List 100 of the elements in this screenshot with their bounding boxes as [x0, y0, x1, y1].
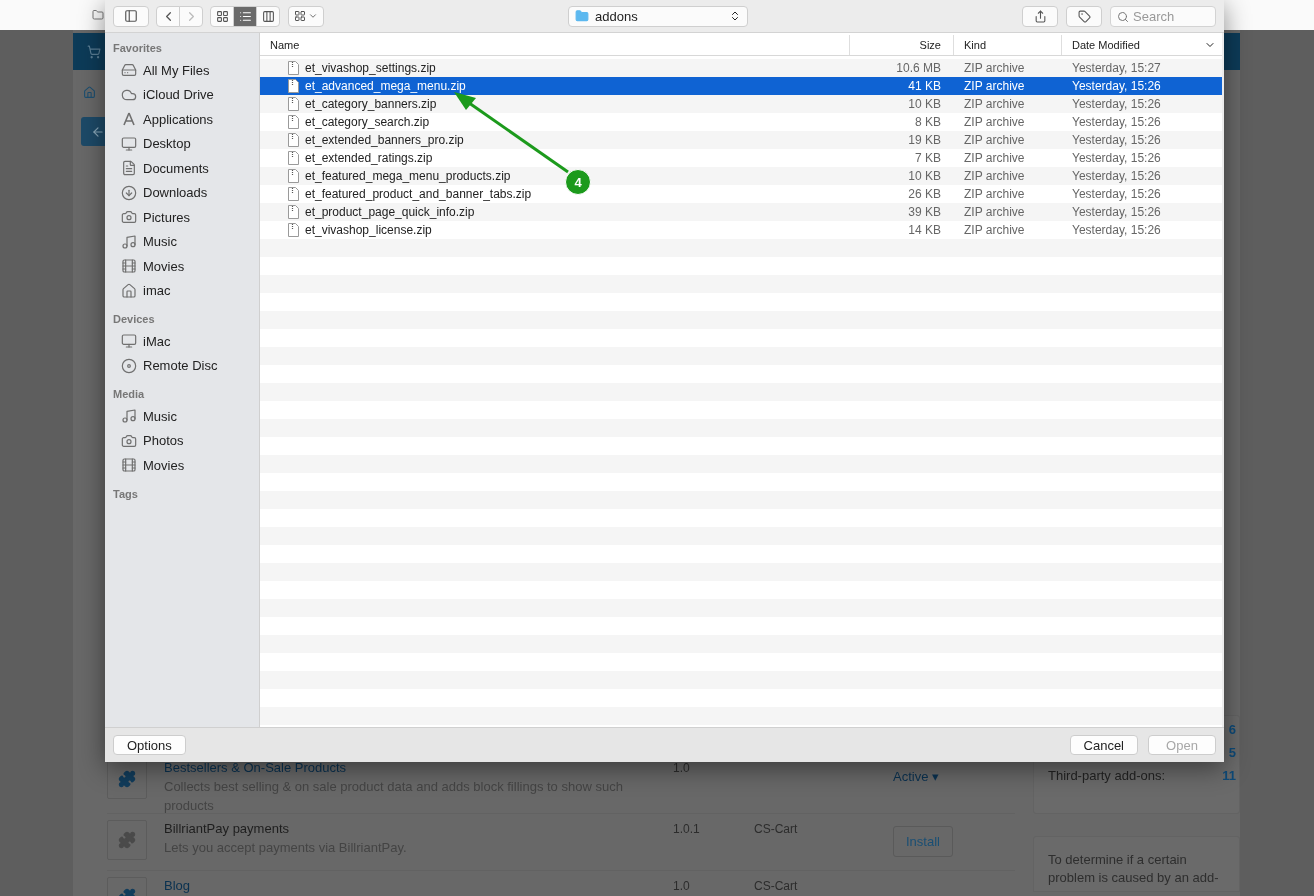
- camera-icon: [121, 209, 137, 226]
- folder-icon: [92, 9, 104, 21]
- sidebar-section-title: Favorites: [113, 41, 163, 55]
- file-date: Yesterday, 15:26: [1072, 97, 1161, 111]
- zip-file-icon: [288, 223, 299, 237]
- sidebar-item[interactable]: All My Files: [143, 62, 210, 78]
- sidebar-section-title: Media: [113, 387, 146, 401]
- sidebar-item[interactable]: Movies: [143, 457, 185, 473]
- zip-file-icon: [288, 79, 299, 93]
- file-date: Yesterday, 15:27: [1072, 61, 1161, 75]
- music-note-icon: [121, 233, 137, 250]
- sidebar-item[interactable]: Desktop: [143, 136, 191, 152]
- location-popup[interactable]: addons: [568, 5, 748, 27]
- stat-label: Third-party add-ons:: [1048, 767, 1166, 785]
- document-icon: [121, 160, 137, 177]
- zip-file-icon: [288, 133, 299, 147]
- column-header[interactable]: Date Modified: [1072, 39, 1140, 51]
- camera-icon: [121, 432, 137, 449]
- file-size: 39 KB: [908, 205, 941, 219]
- arrange-button[interactable]: [288, 5, 324, 27]
- file-name[interactable]: et_category_search.zip: [305, 115, 430, 129]
- file-name[interactable]: et_extended_banners_pro.zip: [305, 133, 464, 147]
- sidebar-item[interactable]: Photos: [143, 433, 184, 449]
- file-size: 10 KB: [908, 97, 941, 111]
- sidebar-item[interactable]: Documents: [143, 160, 209, 176]
- film-icon: [121, 457, 137, 474]
- puzzle-piece-icon: [118, 770, 136, 788]
- list-view-icon: [238, 9, 252, 23]
- monitor-icon: [121, 333, 137, 350]
- icons-view-button[interactable]: [210, 5, 234, 27]
- file-name[interactable]: et_category_banners.zip: [305, 97, 437, 111]
- file-kind: ZIP archive: [964, 61, 1025, 75]
- file-kind: ZIP archive: [964, 151, 1025, 165]
- icons-view-icon: [215, 9, 229, 23]
- sidebar-item[interactable]: Remote Disc: [143, 358, 218, 374]
- zip-file-icon: [288, 115, 299, 129]
- sidebar-item[interactable]: Music: [143, 234, 177, 250]
- sidebar-item[interactable]: imac: [143, 283, 171, 299]
- addon-version: 1.0.1: [673, 821, 701, 838]
- file-date: Yesterday, 15:26: [1072, 115, 1161, 129]
- zip-file-icon: [288, 169, 299, 183]
- file-size: 10 KB: [908, 169, 941, 183]
- file-name[interactable]: et_extended_ratings.zip: [305, 151, 433, 165]
- addon-version: 1.0: [673, 878, 691, 895]
- sidebar-item[interactable]: Downloads: [143, 185, 208, 201]
- file-size: 8 KB: [915, 115, 941, 129]
- grid-icon: [294, 10, 306, 22]
- sidebar-section-title: Devices: [113, 312, 156, 326]
- sidebar-item[interactable]: iMac: [143, 333, 171, 349]
- zip-file-icon: [288, 151, 299, 165]
- search-icon: [1117, 10, 1129, 23]
- options-button[interactable]: Options: [113, 735, 186, 755]
- file-name[interactable]: et_advanced_mega_menu.zip: [305, 79, 466, 93]
- sidebar-item[interactable]: Music: [143, 408, 177, 424]
- film-icon: [121, 258, 137, 275]
- column-header[interactable]: Kind: [964, 39, 987, 51]
- zip-file-icon: [288, 97, 299, 111]
- file-size: 26 KB: [908, 187, 941, 201]
- file-size: 14 KB: [908, 223, 941, 237]
- apps-icon: [121, 111, 137, 128]
- share-button[interactable]: [1022, 5, 1058, 27]
- file-name[interactable]: et_vivashop_license.zip: [305, 223, 432, 237]
- file-date: Yesterday, 15:26: [1072, 169, 1161, 183]
- disc-icon: [121, 357, 137, 374]
- sidebar-item[interactable]: iCloud Drive: [143, 87, 214, 103]
- tag-icon: [1077, 9, 1091, 23]
- sidebar-item[interactable]: Pictures: [143, 209, 190, 225]
- file-name[interactable]: et_vivashop_settings.zip: [305, 61, 436, 75]
- up-down-chevron-icon: [729, 10, 741, 22]
- file-name[interactable]: et_featured_product_and_banner_tabs.zip: [305, 187, 532, 201]
- file-date: Yesterday, 15:26: [1072, 79, 1161, 93]
- file-name[interactable]: et_product_page_quick_info.zip: [305, 205, 475, 219]
- columns-view-button[interactable]: [256, 5, 280, 27]
- column-header[interactable]: Name: [270, 39, 300, 51]
- search-field[interactable]: Search: [1110, 5, 1216, 27]
- home-icon: [121, 282, 137, 299]
- selected-file-row[interactable]: et_advanced_mega_menu.zip 41 KB ZIP archive Yesterday, 15:26: [260, 77, 1222, 95]
- download-icon: [121, 184, 137, 201]
- file-date: Yesterday, 15:26: [1072, 205, 1161, 219]
- file-kind: ZIP archive: [964, 133, 1025, 147]
- tag-button[interactable]: [1066, 5, 1102, 27]
- sidebar-toggle-button[interactable]: [113, 5, 149, 27]
- addon-developer: CS-Cart: [754, 821, 799, 838]
- file-name[interactable]: et_featured_mega_menu_products.zip: [305, 169, 511, 183]
- monitor-icon: [121, 135, 137, 152]
- file-kind: ZIP archive: [964, 115, 1025, 129]
- folder-icon: [575, 9, 589, 23]
- sidebar-icon: [124, 9, 138, 23]
- file-kind: ZIP archive: [964, 97, 1025, 111]
- file-kind: ZIP archive: [964, 187, 1025, 201]
- music-note-icon: [121, 408, 137, 425]
- column-header[interactable]: Size: [919, 39, 941, 51]
- sidebar-item[interactable]: Applications: [143, 111, 214, 127]
- sidebar-item[interactable]: Movies: [143, 258, 185, 274]
- share-icon: [1033, 9, 1047, 23]
- sidebar-section-title: Tags: [113, 486, 139, 501]
- list-view-button[interactable]: [233, 5, 257, 27]
- file-date: Yesterday, 15:26: [1072, 223, 1161, 237]
- cancel-button[interactable]: Cancel: [1069, 735, 1138, 755]
- drive-icon: [121, 62, 137, 79]
